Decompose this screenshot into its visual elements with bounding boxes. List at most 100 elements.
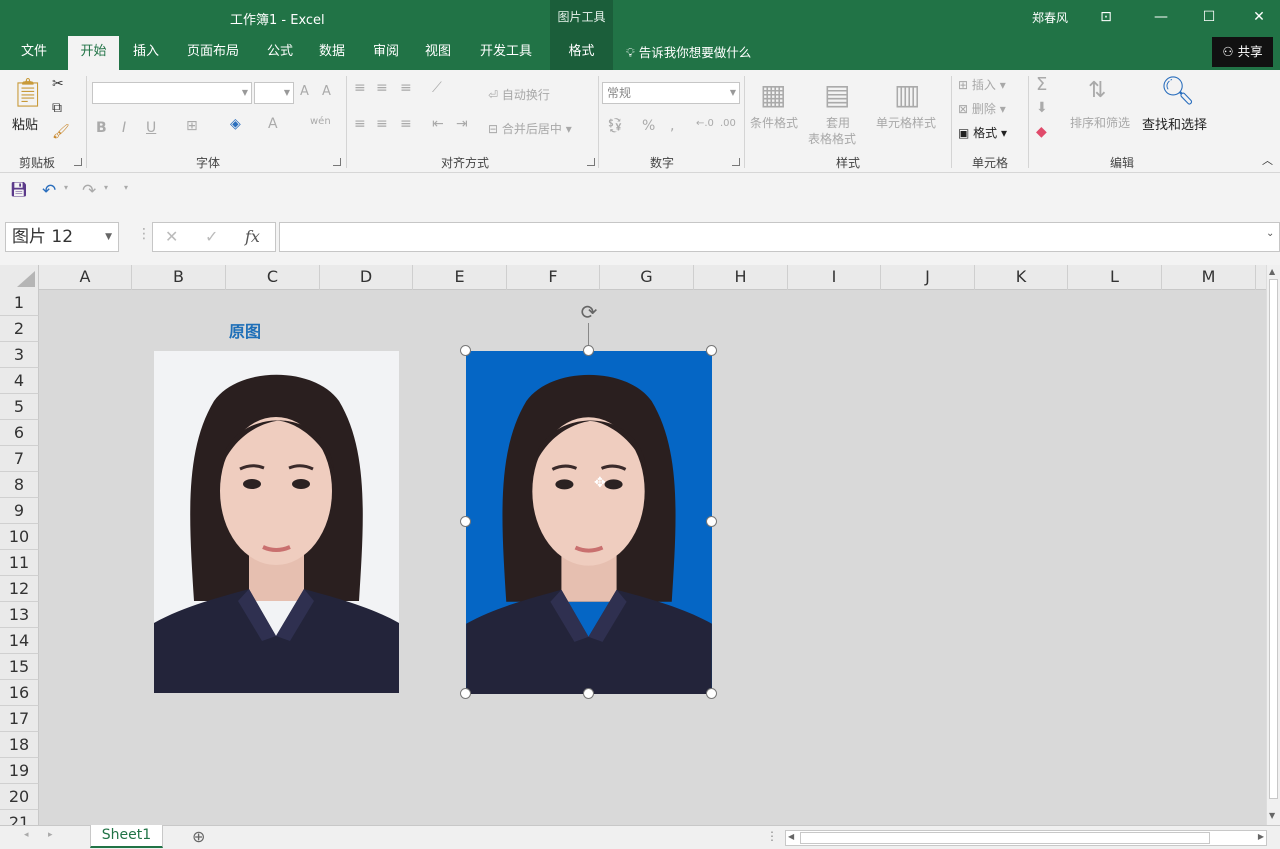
expand-formula-bar-icon[interactable]: ⌄	[1266, 228, 1274, 239]
phonetic-icon[interactable]: wén	[310, 116, 331, 127]
sheet-tab-sheet1[interactable]: Sheet1	[90, 825, 163, 848]
shrink-font-icon[interactable]: A	[322, 84, 331, 99]
tab-formulas[interactable]: 公式	[256, 36, 304, 70]
align-middle-icon[interactable]: ≡	[376, 80, 388, 96]
font-size-combo[interactable]: ▼	[254, 82, 294, 104]
column-header-f[interactable]: F	[507, 265, 600, 290]
align-left-icon[interactable]: ≡	[354, 116, 366, 132]
paste-icon[interactable]: 📋︎	[10, 76, 46, 110]
font-launcher-icon[interactable]	[333, 158, 341, 166]
column-header-k[interactable]: K	[975, 265, 1068, 290]
find-select-icon[interactable]: 🔍︎	[1160, 74, 1196, 107]
borders-icon[interactable]: ⊞	[186, 118, 198, 134]
sort-filter-icon[interactable]: ⇅	[1088, 78, 1106, 103]
row-header-5[interactable]: 5	[0, 394, 39, 420]
format-as-table-label-2[interactable]: 表格格式	[808, 130, 856, 147]
resize-handle-top-left[interactable]	[460, 345, 471, 356]
font-name-combo[interactable]: ▼	[92, 82, 252, 104]
tab-home[interactable]: 开始	[68, 36, 119, 70]
horizontal-scroll-thumb[interactable]	[800, 832, 1210, 844]
row-header-3[interactable]: 3	[0, 342, 39, 368]
tab-format[interactable]: 格式	[550, 36, 613, 70]
collapse-ribbon-icon[interactable]: ︿	[1262, 152, 1273, 168]
cell-styles-label[interactable]: 单元格样式	[876, 114, 936, 131]
tab-data[interactable]: 数据	[308, 36, 356, 70]
blue-background-portrait-photo[interactable]	[466, 351, 712, 694]
format-painter-icon[interactable]: 🖌︎	[52, 124, 70, 140]
cut-icon[interactable]: ✂	[52, 76, 64, 92]
row-header-19[interactable]: 19	[0, 758, 39, 784]
add-sheet-icon[interactable]: ⊕	[192, 827, 205, 846]
tab-page-layout[interactable]: 页面布局	[176, 36, 250, 70]
bold-button[interactable]: B	[96, 120, 107, 136]
undo-dropdown-icon[interactable]: ▾	[64, 183, 68, 192]
increase-indent-icon[interactable]: ⇥	[456, 116, 468, 132]
split-handle-icon[interactable]: ⋮	[766, 829, 778, 843]
tell-me-box[interactable]: 💡︎ 告诉我你想要做什么	[626, 36, 751, 70]
name-box[interactable]: 图片 12 ▼	[5, 222, 119, 252]
decrease-indent-icon[interactable]: ⇤	[432, 116, 444, 132]
align-center-icon[interactable]: ≡	[376, 116, 388, 132]
customize-qat-icon[interactable]: ▾	[124, 183, 128, 192]
column-header-a[interactable]: A	[39, 265, 132, 290]
resize-handle-bottom-left[interactable]	[460, 688, 471, 699]
column-header-i[interactable]: I	[788, 265, 881, 290]
comma-button[interactable]: ,	[670, 118, 674, 134]
align-bottom-icon[interactable]: ≡	[400, 80, 412, 96]
rotate-handle-icon[interactable]: ⟳	[577, 300, 601, 324]
row-header-14[interactable]: 14	[0, 628, 39, 654]
redo-icon[interactable]: ↷	[82, 181, 96, 201]
sort-filter-label[interactable]: 排序和筛选	[1070, 114, 1130, 131]
increase-decimal-icon[interactable]: ←.0	[696, 118, 714, 129]
format-as-table-label-1[interactable]: 套用	[826, 114, 850, 131]
row-header-13[interactable]: 13	[0, 602, 39, 628]
user-name[interactable]: 郑春风	[1032, 9, 1068, 26]
paste-label[interactable]: 粘贴	[12, 114, 38, 133]
row-header-20[interactable]: 20	[0, 784, 39, 810]
row-header-21[interactable]: 21	[0, 810, 39, 825]
vertical-scroll-thumb[interactable]	[1269, 279, 1278, 799]
worksheet-grid[interactable]: A B C D E F G H I J K L M 1 2 3 4 5 6 7 …	[0, 265, 1266, 825]
format-cells-button[interactable]: ▣ 格式 ▾	[958, 124, 1007, 141]
undo-icon[interactable]: ↶	[42, 181, 56, 201]
row-header-17[interactable]: 17	[0, 706, 39, 732]
resize-handle-top[interactable]	[583, 345, 594, 356]
wrap-text-button[interactable]: ⏎ 自动换行	[488, 86, 550, 103]
row-header-11[interactable]: 11	[0, 550, 39, 576]
row-header-2[interactable]: 2	[0, 316, 39, 342]
clipboard-launcher-icon[interactable]	[74, 158, 82, 166]
font-color-icon[interactable]: A	[268, 116, 278, 132]
tab-view[interactable]: 视图	[414, 36, 462, 70]
conditional-format-label[interactable]: 条件格式	[750, 114, 798, 131]
tab-developer[interactable]: 开发工具	[470, 36, 542, 70]
column-header-b[interactable]: B	[132, 265, 226, 290]
row-header-4[interactable]: 4	[0, 368, 39, 394]
insert-function-icon[interactable]: fx	[245, 227, 260, 246]
scroll-right-icon[interactable]: ▶	[1258, 832, 1264, 841]
cancel-icon[interactable]: ✕	[165, 227, 178, 246]
row-header-1[interactable]: 1	[0, 290, 39, 316]
conditional-format-icon[interactable]: ▦	[760, 78, 786, 111]
formula-input[interactable]	[279, 222, 1280, 252]
alignment-launcher-icon[interactable]	[587, 158, 595, 166]
column-header-j[interactable]: J	[881, 265, 975, 290]
resize-handle-left[interactable]	[460, 516, 471, 527]
autosum-icon[interactable]: Σ	[1036, 74, 1047, 95]
percent-button[interactable]: %	[642, 118, 655, 134]
align-right-icon[interactable]: ≡	[400, 116, 412, 132]
enter-icon[interactable]: ✓	[205, 227, 218, 246]
number-launcher-icon[interactable]	[732, 158, 740, 166]
column-header-g[interactable]: G	[600, 265, 694, 290]
underline-button[interactable]: U	[146, 120, 156, 136]
row-header-9[interactable]: 9	[0, 498, 39, 524]
close-button[interactable]: ✕	[1248, 6, 1270, 28]
scroll-down-icon[interactable]: ▼	[1269, 811, 1275, 820]
decrease-decimal-icon[interactable]: .00	[720, 118, 736, 129]
row-header-6[interactable]: 6	[0, 420, 39, 446]
resize-handle-top-right[interactable]	[706, 345, 717, 356]
number-format-combo[interactable]: 常规 ▼	[602, 82, 740, 104]
align-top-icon[interactable]: ≡	[354, 80, 366, 96]
insert-cells-button[interactable]: ⊞ 插入 ▾	[958, 76, 1006, 93]
row-header-7[interactable]: 7	[0, 446, 39, 472]
resize-handle-right[interactable]	[706, 516, 717, 527]
